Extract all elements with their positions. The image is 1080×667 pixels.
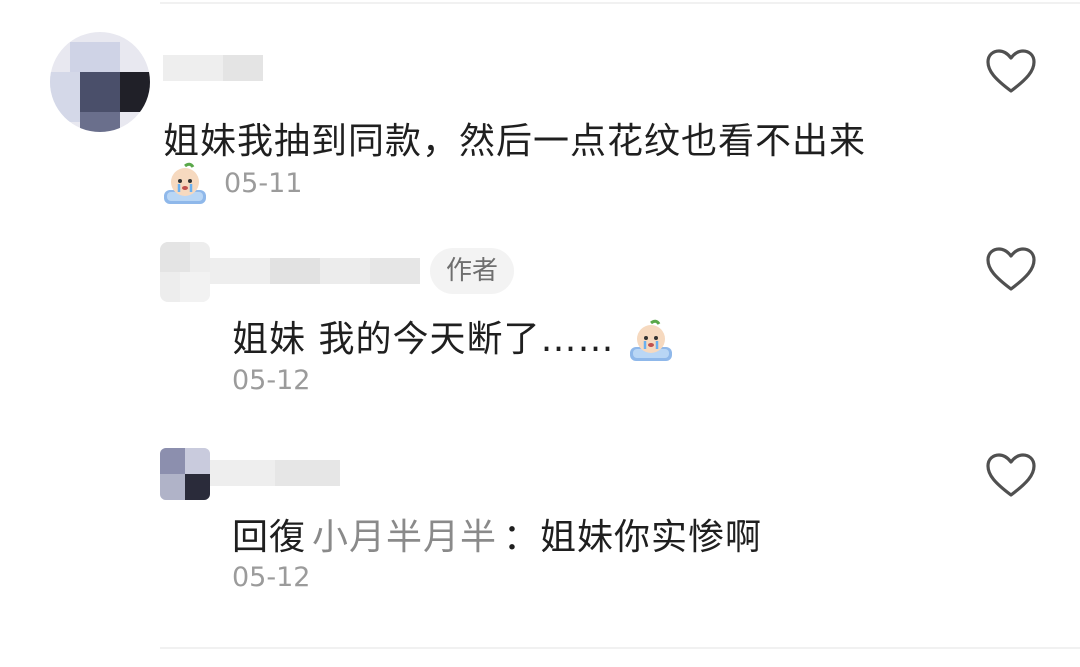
comment-date: 05-12 bbox=[232, 562, 311, 593]
comment-text-content: 姐妹 我的今天断了…… bbox=[232, 319, 615, 360]
comment-2: 作者 姐妹 我的今天断了…… 05-12 bbox=[0, 220, 1080, 420]
reply-target-username[interactable]: 小月半月半 bbox=[312, 517, 497, 558]
heart-outline-icon[interactable] bbox=[985, 246, 1037, 292]
comment-text: 回復 小月半月半 ：姐妹你实惨啊 bbox=[232, 508, 762, 560]
crying-baby-emoji bbox=[629, 319, 672, 361]
username-blurred[interactable] bbox=[210, 460, 340, 486]
avatar[interactable] bbox=[160, 242, 210, 302]
comment-text: 姐妹 我的今天断了…… bbox=[232, 310, 675, 365]
heart-outline-icon[interactable] bbox=[985, 452, 1037, 498]
comment-text: 姐妹我抽到同款，然后一点花纹也看不出来 bbox=[163, 121, 867, 162]
reply-text: ：姐妹你实惨啊 bbox=[503, 517, 763, 558]
reply-label: 回復 bbox=[232, 517, 307, 558]
crying-baby-emoji bbox=[164, 162, 206, 204]
author-badge: 作者 bbox=[430, 248, 515, 294]
avatar[interactable] bbox=[50, 32, 150, 132]
comment-date: 05-11 bbox=[224, 168, 303, 199]
bottom-divider bbox=[160, 647, 1080, 649]
username-blurred[interactable] bbox=[163, 55, 263, 81]
comment-1: 姐妹我抽到同款，然后一点花纹也看不出来 05-11 bbox=[0, 0, 1080, 220]
comment-3: 回復 小月半月半 ：姐妹你实惨啊 05-12 bbox=[0, 420, 1080, 647]
username-blurred[interactable] bbox=[210, 258, 420, 284]
comment-date: 05-12 bbox=[232, 365, 311, 396]
avatar[interactable] bbox=[160, 448, 210, 500]
heart-outline-icon[interactable] bbox=[985, 48, 1037, 94]
